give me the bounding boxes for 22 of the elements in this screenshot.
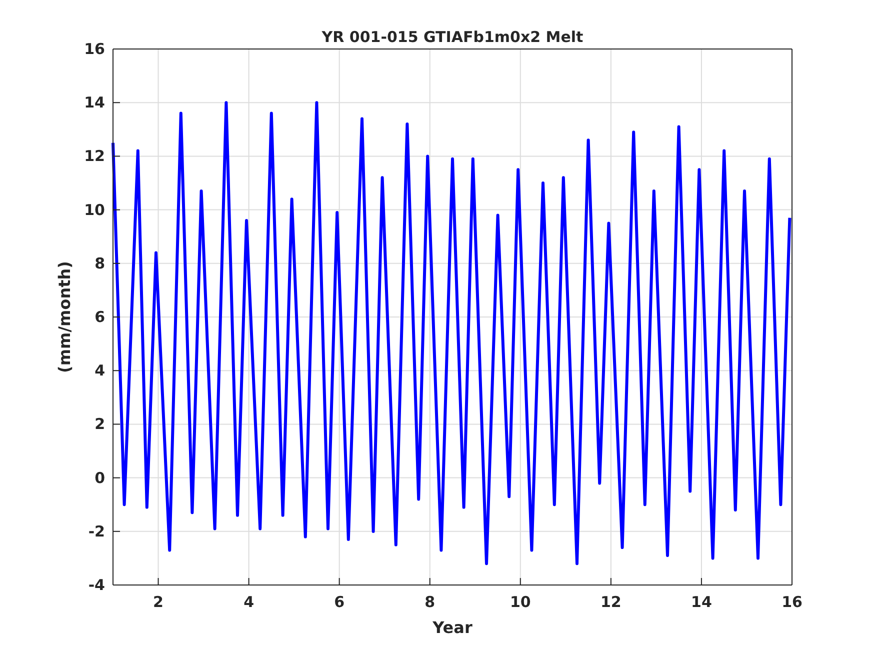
y-tick-label: 6 [94, 308, 105, 326]
x-tick-label: 6 [334, 593, 345, 611]
y-tick-label: 16 [84, 40, 105, 58]
y-tick-label: 0 [94, 468, 105, 487]
y-tick-label: 10 [84, 200, 105, 219]
x-tick-label: 16 [782, 593, 802, 611]
x-tick-label: 8 [424, 593, 436, 611]
x-tick-label: 14 [691, 593, 712, 611]
y-tick-label: -4 [88, 576, 105, 594]
y-tick-label: 2 [94, 415, 105, 434]
y-tick-label: -2 [88, 522, 105, 540]
y-tick-label: 8 [94, 254, 105, 272]
x-tick-label: 2 [153, 593, 164, 611]
x-tick-label: 4 [244, 593, 254, 611]
y-tick-label: 12 [84, 147, 105, 166]
y-tick-label: 14 [84, 94, 105, 112]
chart-title: YR 001-015 GTIAFb1m0x2 Melt [322, 28, 584, 46]
y-tick-label: 4 [94, 362, 105, 380]
x-axis-label: Year [432, 618, 472, 637]
x-tick-label: 12 [600, 593, 622, 611]
x-tick-label: 10 [510, 593, 531, 611]
y-axis-label: (mm/month) [55, 261, 74, 373]
